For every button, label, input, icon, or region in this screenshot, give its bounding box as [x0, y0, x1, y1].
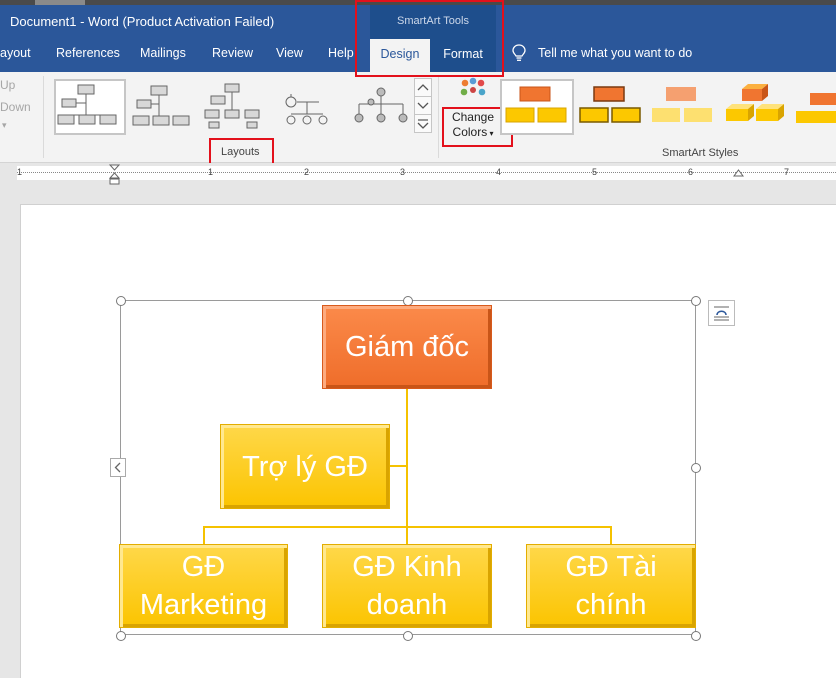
shape-gd-tai-chinh[interactable]: GĐ Tài chính: [526, 544, 696, 628]
dropdown-arrow-icon: ▾: [2, 120, 7, 130]
gallery-scroll-down-button[interactable]: [414, 96, 432, 115]
gallery-more-button[interactable]: [414, 114, 432, 133]
window-title: Document1 - Word (Product Activation Fai…: [10, 14, 275, 29]
ruler-number: 1: [17, 167, 23, 177]
first-line-indent-marker[interactable]: [108, 164, 121, 191]
right-indent-marker[interactable]: [733, 168, 744, 186]
resize-handle-top-left[interactable]: [116, 296, 126, 306]
group-separator: [438, 76, 439, 158]
chevron-up-icon: [417, 84, 429, 91]
ruler-number: 1: [208, 167, 214, 177]
gallery-scroll-up-button[interactable]: [414, 78, 432, 97]
layout-options-icon: [714, 306, 729, 321]
layout-options-button[interactable]: [708, 300, 735, 326]
resize-handle-right[interactable]: [691, 463, 701, 473]
tab-layout[interactable]: ayout: [0, 46, 31, 60]
smartart-style-3d-cartoon[interactable]: [720, 79, 790, 131]
shape-gd-marketing[interactable]: GĐ Marketing: [119, 544, 288, 628]
smartart-style-subtle-effect[interactable]: [646, 79, 716, 131]
text-pane-toggle-button[interactable]: [110, 458, 126, 477]
resize-handle-bottom-left[interactable]: [116, 631, 126, 641]
tab-view[interactable]: View: [276, 46, 303, 60]
shape-giam-doc[interactable]: Giám đốc: [322, 305, 492, 389]
resize-handle-bottom[interactable]: [403, 631, 413, 641]
smartart-style-white-outline[interactable]: [574, 79, 644, 131]
ruler-number: 4: [496, 167, 502, 177]
move-down-button[interactable]: Down: [0, 100, 31, 114]
change-colors-palette-icon: [458, 76, 488, 111]
layout-name-title-org-chart[interactable]: [126, 79, 196, 133]
layout-org-chart[interactable]: [54, 79, 126, 135]
connector-line-assistant: [389, 465, 407, 467]
gallery-more-icon: [417, 119, 429, 129]
tab-mailings[interactable]: Mailings: [140, 46, 186, 60]
tab-references[interactable]: References: [56, 46, 120, 60]
connector-line-right: [610, 526, 612, 544]
smartart-style-simple-fill[interactable]: [500, 79, 574, 135]
ruler-ticks: [17, 172, 836, 175]
chevron-left-icon: [114, 462, 121, 473]
ruler-number: 7: [784, 167, 790, 177]
connector-line-horizontal: [203, 526, 612, 528]
ruler-number: 6: [688, 167, 694, 177]
chevron-down-icon: [417, 102, 429, 109]
smartart-style-next[interactable]: [792, 79, 836, 131]
tab-help[interactable]: Help: [328, 46, 354, 60]
shape-gd-kinh-doanh[interactable]: GĐ Kinh doanh: [322, 544, 492, 628]
tell-me-search[interactable]: Tell me what you want to do: [538, 46, 692, 60]
resize-handle-top-right[interactable]: [691, 296, 701, 306]
layout-half-circle-org-chart[interactable]: [198, 79, 268, 133]
tab-review[interactable]: Review: [212, 46, 253, 60]
highlight-box-smartart-tools: [355, 0, 504, 77]
lightbulb-icon: [512, 44, 526, 67]
layout-hierarchy[interactable]: [344, 79, 414, 133]
shape-tro-ly[interactable]: Trợ lý GĐ: [220, 424, 390, 509]
window-top-strip-highlight: [35, 0, 85, 5]
group-separator: [43, 76, 44, 158]
ruler-number: 5: [592, 167, 598, 177]
smartart-styles-group-label: SmartArt Styles: [662, 147, 739, 159]
layout-circle-picture-hierarchy[interactable]: [270, 79, 340, 133]
move-up-button[interactable]: Up: [0, 78, 15, 92]
connector-line-left: [203, 526, 205, 544]
ruler-number: 3: [400, 167, 406, 177]
ruler-number: 2: [304, 167, 310, 177]
resize-handle-bottom-right[interactable]: [691, 631, 701, 641]
